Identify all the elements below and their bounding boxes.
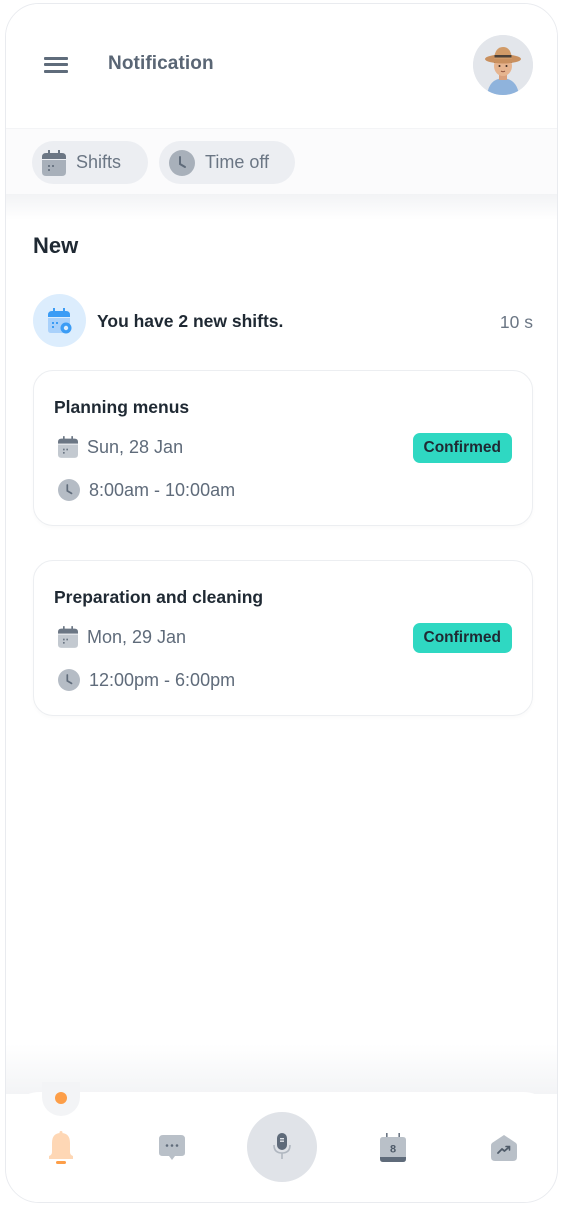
notification-text: You have 2 new shifts. [97,311,284,331]
clock-icon [58,479,80,501]
shift-date: Mon, 29 Jan [87,626,187,647]
trend-home-icon [491,1135,517,1161]
shift-time: 12:00pm - 6:00pm [89,669,236,690]
active-indicator-dot [55,1092,67,1104]
status-badge: Confirmed [412,623,512,653]
shift-card[interactable]: Preparation and cleaning Mon, 29 Jan 12:… [33,560,533,716]
microphone-icon [273,1133,291,1159]
calendar-settings-icon [47,307,71,333]
calendar-icon [58,436,78,458]
notification-time: 10 s [499,312,533,332]
shift-date: Sun, 28 Jan [87,436,184,457]
shift-time-row: 12:00pm - 6:00pm [58,669,235,691]
calendar-icon [42,149,66,176]
page-title: Notification [108,53,214,74]
nav-fade [6,1044,557,1094]
calendar-day-icon: 8 [380,1133,406,1162]
bell-icon [49,1131,73,1164]
nav-voice-button[interactable] [247,1112,317,1182]
filter-chip-label: Time off [205,152,270,172]
filter-chip-label: Shifts [76,152,122,172]
nav-stats[interactable] [484,1128,524,1168]
avatar[interactable] [473,35,533,95]
shift-date-row: Sun, 28 Jan [58,436,183,458]
shift-time-row: 8:00am - 10:00am [58,479,235,501]
menu-button[interactable] [44,52,72,76]
notification-item[interactable]: You have 2 new shifts. 10 s [33,294,533,348]
shift-card[interactable]: Planning menus Sun, 28 Jan 8:00am - 10:0… [33,370,533,526]
shift-title: Preparation and cleaning [54,587,264,607]
clock-icon [169,149,195,176]
chat-bubble-icon [159,1135,185,1160]
clock-icon [58,669,80,691]
nav-notifications[interactable] [41,1128,81,1168]
filter-chip-time-off[interactable]: Time off [159,141,295,184]
hamburger-line [44,63,68,66]
calendar-day-number: 8 [390,1144,396,1156]
filter-bar: Shifts Time off [6,128,557,194]
notification-icon-wrapper [33,294,86,347]
section-title: New [33,233,79,258]
shift-title: Planning menus [54,397,190,417]
user-avatar-icon [473,35,533,95]
filter-chip-shifts[interactable]: Shifts [32,141,148,184]
app-header: Notification [6,4,557,128]
nav-messages[interactable] [152,1128,192,1168]
hamburger-line [44,70,68,73]
status-badge: Confirmed [412,433,512,463]
divider-shadow [6,194,557,220]
hamburger-menu-icon [44,57,68,60]
calendar-icon [58,626,78,648]
nav-calendar[interactable]: 8 [373,1128,413,1168]
shift-date-row: Mon, 29 Jan [58,626,186,648]
shift-time: 8:00am - 10:00am [89,479,236,500]
app-screen: Notification Shifts Time off New You hav… [5,3,558,1203]
